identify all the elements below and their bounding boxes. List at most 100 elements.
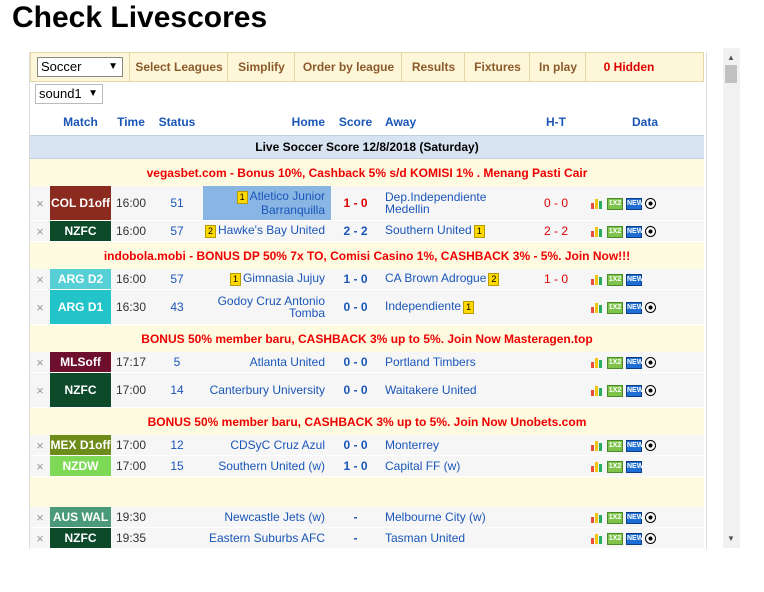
col-status[interactable]: Status bbox=[151, 108, 203, 136]
match-score[interactable]: 0 - 0 bbox=[331, 435, 380, 456]
new-icon[interactable]: NEW bbox=[626, 511, 643, 524]
league-badge[interactable]: MEX D1off bbox=[50, 435, 111, 456]
in-play-button[interactable]: In play bbox=[529, 53, 586, 82]
away-team[interactable]: CA Brown Adrogue 2 bbox=[380, 269, 526, 290]
1x2-icon[interactable]: 1X2 bbox=[607, 197, 623, 210]
bar-chart-icon[interactable] bbox=[591, 302, 604, 314]
scrollbar[interactable]: ▲ ▼ bbox=[723, 48, 740, 548]
soccer-ball-icon[interactable] bbox=[645, 198, 656, 210]
match-score[interactable]: 0 - 0 bbox=[331, 289, 380, 325]
away-team[interactable]: Waitakere United bbox=[380, 372, 526, 408]
1x2-icon[interactable]: 1X2 bbox=[607, 439, 623, 452]
home-team[interactable]: Atlanta United bbox=[203, 352, 331, 373]
new-icon[interactable]: NEW bbox=[626, 532, 643, 545]
col-match[interactable]: Match bbox=[50, 108, 111, 136]
league-badge[interactable]: MLSoff bbox=[50, 352, 111, 373]
remove-match-icon[interactable]: × bbox=[30, 372, 50, 408]
1x2-icon[interactable]: 1X2 bbox=[607, 225, 623, 238]
scroll-down-icon[interactable]: ▼ bbox=[727, 534, 735, 543]
league-badge[interactable]: AUS WAL bbox=[50, 507, 111, 528]
league-badge[interactable]: NZFC bbox=[50, 372, 111, 408]
league-badge[interactable]: NZFC bbox=[50, 527, 111, 549]
remove-match-icon[interactable]: × bbox=[30, 527, 50, 549]
bar-chart-icon[interactable] bbox=[591, 198, 604, 210]
home-team[interactable]: CDSyC Cruz Azul bbox=[203, 435, 331, 456]
away-team[interactable]: Dep.Independiente Medellin bbox=[380, 186, 526, 221]
soccer-ball-icon[interactable] bbox=[645, 302, 656, 314]
ad-banner[interactable]: vegasbet.com - Bonus 10%, Cashback 5% s/… bbox=[30, 158, 704, 186]
away-team[interactable]: Capital FF (w) bbox=[380, 455, 526, 477]
bar-chart-icon[interactable] bbox=[591, 461, 604, 473]
match-score[interactable]: 0 - 0 bbox=[331, 352, 380, 373]
sport-select[interactable]: Soccer ▼ bbox=[37, 57, 123, 77]
sound-select[interactable]: sound1 ▼ bbox=[35, 84, 103, 104]
home-team[interactable]: Newcastle Jets (w) bbox=[203, 507, 331, 528]
soccer-ball-icon[interactable] bbox=[645, 226, 656, 238]
soccer-ball-icon[interactable] bbox=[645, 385, 656, 397]
scroll-thumb[interactable] bbox=[725, 65, 737, 83]
remove-match-icon[interactable]: × bbox=[30, 435, 50, 456]
1x2-icon[interactable]: 1X2 bbox=[607, 511, 623, 524]
match-score[interactable]: - bbox=[331, 507, 380, 528]
away-team[interactable]: Melbourne City (w) bbox=[380, 507, 526, 528]
remove-match-icon[interactable]: × bbox=[30, 269, 50, 290]
1x2-icon[interactable]: 1X2 bbox=[607, 384, 623, 397]
home-team[interactable]: 1 Gimnasia Jujuy bbox=[203, 269, 331, 290]
new-icon[interactable]: NEW bbox=[626, 301, 643, 314]
home-team[interactable]: Southern United (w) bbox=[203, 455, 331, 477]
away-team[interactable]: Monterrey bbox=[380, 435, 526, 456]
col-time[interactable]: Time bbox=[111, 108, 151, 136]
bar-chart-icon[interactable] bbox=[591, 357, 604, 369]
1x2-icon[interactable]: 1X2 bbox=[607, 532, 623, 545]
bar-chart-icon[interactable] bbox=[591, 440, 604, 452]
col-away[interactable]: Away bbox=[380, 108, 526, 136]
soccer-ball-icon[interactable] bbox=[645, 357, 656, 369]
1x2-icon[interactable]: 1X2 bbox=[607, 356, 623, 369]
bar-chart-icon[interactable] bbox=[591, 512, 604, 524]
match-score[interactable]: 2 - 2 bbox=[331, 220, 380, 242]
new-icon[interactable]: NEW bbox=[626, 439, 643, 452]
league-badge[interactable]: NZFC bbox=[50, 220, 111, 242]
league-badge[interactable]: ARG D2 bbox=[50, 269, 111, 290]
results-button[interactable]: Results bbox=[401, 53, 465, 82]
bar-chart-icon[interactable] bbox=[591, 385, 604, 397]
bar-chart-icon[interactable] bbox=[591, 533, 604, 545]
home-team[interactable]: Eastern Suburbs AFC bbox=[203, 527, 331, 549]
1x2-icon[interactable]: 1X2 bbox=[607, 460, 623, 473]
soccer-ball-icon[interactable] bbox=[645, 440, 656, 452]
1x2-icon[interactable]: 1X2 bbox=[607, 273, 623, 286]
simplify-button[interactable]: Simplify bbox=[227, 53, 295, 82]
new-icon[interactable]: NEW bbox=[626, 356, 643, 369]
remove-match-icon[interactable]: × bbox=[30, 289, 50, 325]
new-icon[interactable]: NEW bbox=[626, 384, 643, 397]
fixtures-button[interactable]: Fixtures bbox=[464, 53, 530, 82]
hidden-button[interactable]: 0 Hidden bbox=[585, 53, 672, 82]
remove-match-icon[interactable]: × bbox=[30, 186, 50, 221]
col-home[interactable]: Home bbox=[203, 108, 331, 136]
1x2-icon[interactable]: 1X2 bbox=[607, 301, 623, 314]
away-team[interactable]: Southern United 1 bbox=[380, 220, 526, 242]
home-team[interactable]: Canterbury University bbox=[203, 372, 331, 408]
soccer-ball-icon[interactable] bbox=[645, 533, 656, 545]
match-score[interactable]: - bbox=[331, 527, 380, 549]
match-score[interactable]: 1 - 0 bbox=[331, 186, 380, 221]
league-badge[interactable]: COL D1off bbox=[50, 186, 111, 221]
match-score[interactable]: 1 - 0 bbox=[331, 269, 380, 290]
select-leagues-button[interactable]: Select Leagues bbox=[129, 53, 228, 82]
remove-match-icon[interactable]: × bbox=[30, 455, 50, 477]
remove-match-icon[interactable]: × bbox=[30, 220, 50, 242]
remove-match-icon[interactable]: × bbox=[30, 507, 50, 528]
col-ht[interactable]: H-T bbox=[526, 108, 586, 136]
match-score[interactable]: 1 - 0 bbox=[331, 455, 380, 477]
away-team[interactable]: Tasman United bbox=[380, 527, 526, 549]
new-icon[interactable]: NEW bbox=[626, 460, 643, 473]
ad-banner[interactable]: BONUS 50% member baru, CASHBACK 3% up to… bbox=[30, 324, 704, 352]
league-badge[interactable]: ARG D1 bbox=[50, 289, 111, 325]
away-team[interactable]: Portland Timbers bbox=[380, 352, 526, 373]
col-score[interactable]: Score bbox=[331, 108, 380, 136]
soccer-ball-icon[interactable] bbox=[645, 512, 656, 524]
new-icon[interactable]: NEW bbox=[626, 273, 643, 286]
home-team[interactable]: 1 Atletico Junior Barranquilla bbox=[203, 186, 331, 221]
scroll-up-icon[interactable]: ▲ bbox=[727, 53, 735, 62]
bar-chart-icon[interactable] bbox=[591, 274, 604, 286]
